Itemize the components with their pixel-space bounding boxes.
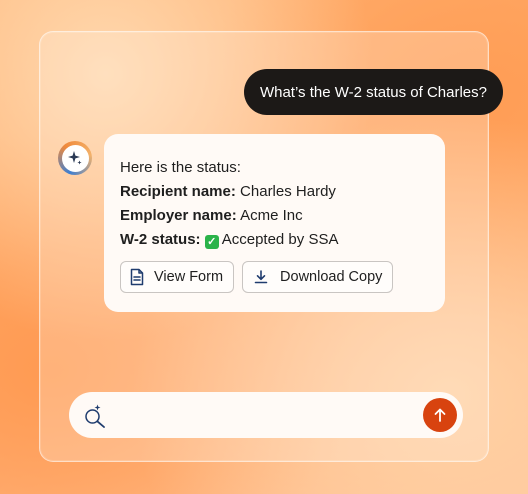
- checkmark-icon: ✓: [204, 235, 219, 249]
- send-button[interactable]: [423, 398, 457, 432]
- message-input[interactable]: [115, 400, 419, 432]
- status-intro: Here is the status:: [120, 159, 241, 176]
- w2-status-value: Accepted by SSA: [221, 231, 339, 248]
- employer-row: Employer name: Acme Inc: [120, 204, 429, 228]
- w2-status-row: W-2 status: ✓ Accepted by SSA: [120, 228, 429, 252]
- action-buttons: View Form Download Copy: [120, 261, 394, 293]
- employer-label: Employer name:: [120, 207, 237, 224]
- view-form-button[interactable]: View Form: [120, 261, 235, 293]
- employer-value: Acme Inc: [240, 207, 303, 224]
- assistant-avatar: [58, 141, 92, 175]
- recipient-label: Recipient name:: [120, 183, 236, 200]
- magic-search-icon[interactable]: [82, 402, 108, 428]
- user-message-text: What’s the W-2 status of Charles?: [259, 83, 487, 101]
- view-form-label: View Form: [154, 269, 224, 285]
- arrow-up-icon: [434, 408, 446, 422]
- w2-status-label: W-2 status:: [120, 231, 201, 248]
- assistant-message-card: Here is the status: Recipient name: Char…: [104, 134, 445, 312]
- sparkle-icon: [68, 151, 82, 165]
- document-icon: [130, 268, 144, 286]
- download-copy-label: Download Copy: [280, 269, 383, 285]
- download-copy-button[interactable]: Download Copy: [242, 261, 394, 293]
- user-message-bubble: What’s the W-2 status of Charles?: [243, 69, 503, 115]
- message-composer: [69, 392, 463, 438]
- recipient-row: Recipient name: Charles Hardy: [120, 180, 429, 204]
- recipient-value: Charles Hardy: [240, 183, 336, 200]
- download-icon: [254, 270, 268, 284]
